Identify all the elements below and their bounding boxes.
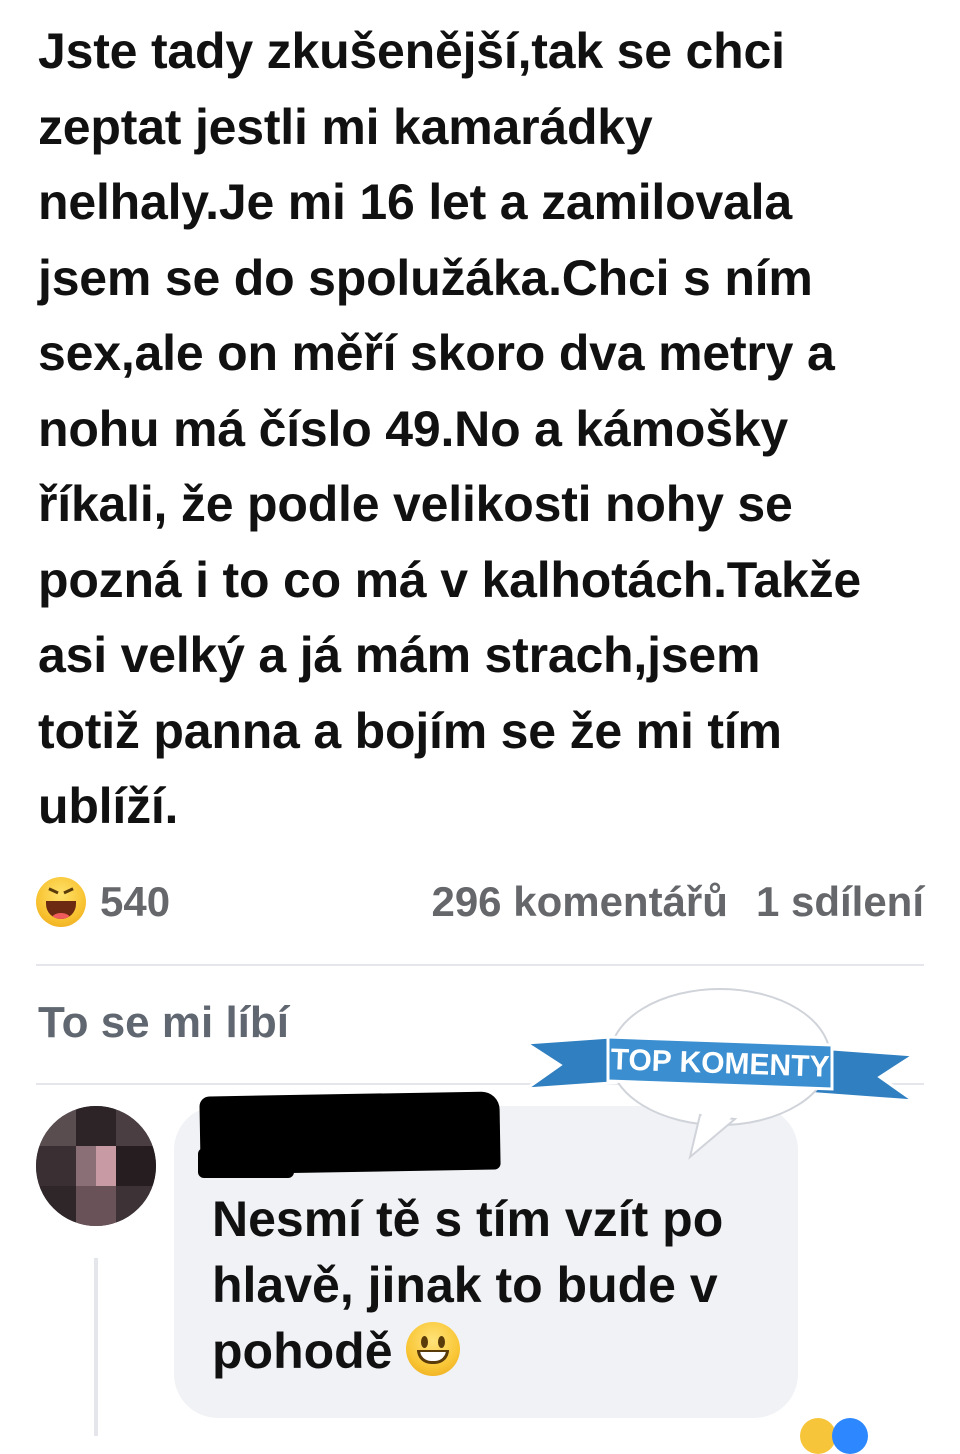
haha-icon[interactable] — [36, 877, 86, 927]
avatar[interactable] — [36, 1106, 156, 1226]
comments-count[interactable]: 296 komentářů — [431, 878, 727, 926]
shares-count[interactable]: 1 sdílení — [756, 878, 924, 926]
thread-line — [94, 1258, 98, 1436]
haha-mini-icon — [800, 1418, 836, 1454]
post-text: Jste tady zkušenější,tak se chci zeptat … — [38, 23, 862, 834]
smiley-icon — [406, 1322, 461, 1376]
top-comments-badge: TOP KOMENTY — [520, 988, 920, 1160]
post-stats: 540 296 komentářů 1 sdílení — [36, 872, 924, 932]
comment-body: Nesmí tě s tím vzít po hlavě, jinak to b… — [212, 1191, 724, 1379]
divider-top — [36, 964, 924, 966]
comment-reactions[interactable] — [800, 1418, 890, 1454]
comment-text: Nesmí tě s tím vzít po hlavě, jinak to b… — [212, 1186, 782, 1384]
reaction-count[interactable]: 540 — [100, 878, 170, 926]
redacted-author-name-tail — [198, 1148, 294, 1178]
like-button[interactable]: To se mi líbí — [38, 998, 289, 1048]
like-mini-icon — [832, 1418, 868, 1454]
